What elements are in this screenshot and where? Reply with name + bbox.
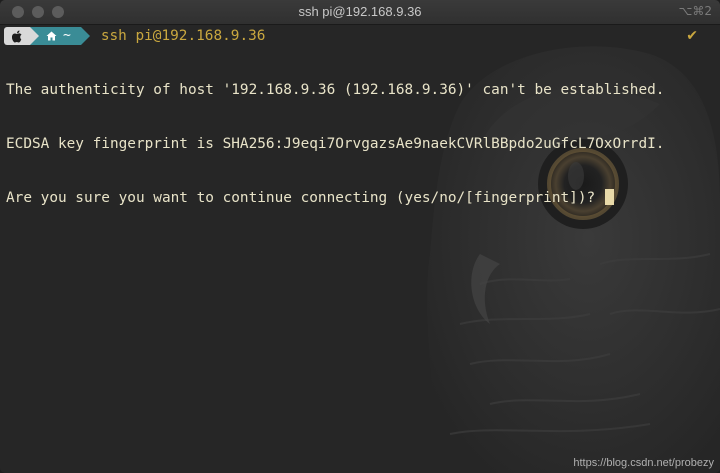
checkmark-icon: ✔: [686, 28, 698, 44]
shell-prompt: ~ ssh pi@192.168.9.36: [4, 27, 265, 45]
input-prompt-line[interactable]: Are you sure you want to continue connec…: [6, 189, 664, 207]
current-directory: ~: [63, 28, 71, 43]
command-output: The authenticity of host '192.168.9.36 (…: [6, 45, 664, 243]
confirmation-question: Are you sure you want to continue connec…: [6, 190, 604, 206]
output-line: The authenticity of host '192.168.9.36 (…: [6, 82, 665, 98]
window-title: ssh pi@192.168.9.36: [298, 4, 422, 19]
terminal-window: ssh pi@192.168.9.36 ⌥⌘2 ~ ssh pi@192.168…: [0, 0, 720, 473]
output-line: ECDSA key fingerprint is SHA256:J9eqi7Or…: [6, 136, 665, 152]
terminal-body[interactable]: ~ ssh pi@192.168.9.36 ✔ The authenticity…: [0, 25, 720, 473]
prompt-os-segment: [4, 27, 39, 45]
text-cursor[interactable]: [604, 189, 614, 205]
apple-logo-icon: [11, 30, 21, 42]
title-bar: ssh pi@192.168.9.36 ⌥⌘2: [0, 0, 720, 25]
home-icon: [46, 31, 57, 41]
watermark-text: https://blog.csdn.net/probezy: [573, 457, 714, 469]
entered-command: ssh pi@192.168.9.36: [100, 28, 266, 44]
tab-shortcut-label: ⌥⌘2: [678, 4, 712, 18]
